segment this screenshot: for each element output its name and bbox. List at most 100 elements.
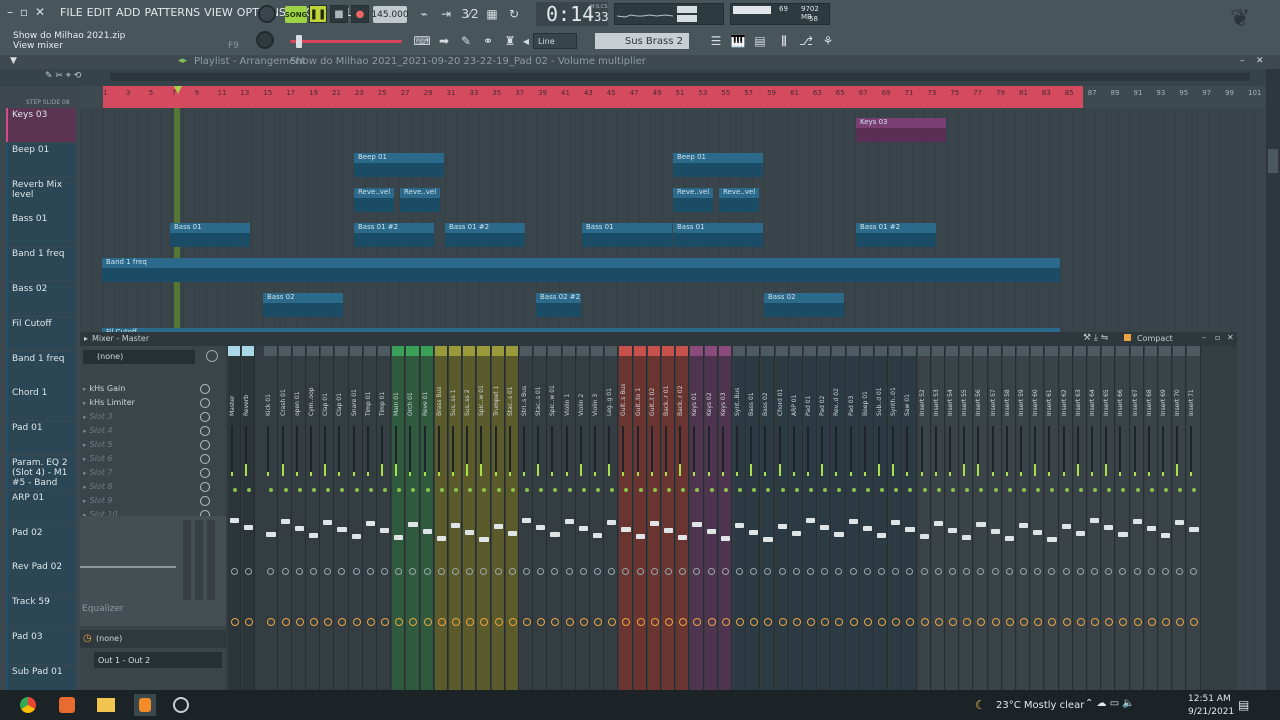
menu-item-patterns[interactable]: PATTERNS — [145, 0, 201, 22]
menu-item-view[interactable]: VIEW — [204, 0, 233, 22]
volume-fader[interactable] — [394, 535, 404, 540]
insert-active-icon[interactable] — [1192, 488, 1197, 492]
mixer-channel[interactable]: Violin 2 — [576, 346, 590, 690]
pan-knob[interactable] — [1005, 568, 1013, 575]
pan-knob[interactable] — [565, 568, 573, 575]
mixer-channel[interactable]: Violin 3 — [591, 346, 605, 690]
pan-knob[interactable] — [295, 568, 303, 575]
mixer-channel[interactable]: Back..r 01 — [662, 346, 676, 690]
insert-active-icon[interactable] — [695, 488, 700, 492]
volume-fader[interactable] — [266, 532, 276, 537]
pan-knob[interactable] — [245, 568, 253, 575]
volume-fader[interactable] — [1004, 536, 1014, 541]
mixer-channel[interactable]: Insert 65 — [1102, 346, 1116, 690]
close-icon[interactable]: ✕ — [1227, 333, 1234, 342]
mixer-channel[interactable]: Synth..01 — [889, 346, 903, 690]
restore-icon[interactable]: ▫ — [18, 5, 30, 19]
volume-fader[interactable] — [564, 519, 574, 524]
pan-knob[interactable] — [1034, 568, 1042, 575]
fx-enable-icon[interactable] — [409, 618, 418, 626]
channel-rack-icon[interactable]: ▤ — [752, 33, 768, 49]
pan-knob[interactable] — [665, 568, 672, 575]
fx-enable-icon[interactable] — [437, 618, 446, 626]
volume-fader[interactable] — [1161, 533, 1171, 538]
wait-input-icon[interactable]: ⇥ — [438, 6, 454, 22]
chrome-icon[interactable] — [20, 697, 36, 713]
clock-date[interactable]: 9/21/2021 — [1188, 707, 1234, 717]
insert-active-icon[interactable] — [709, 488, 714, 492]
pan-knob[interactable] — [423, 568, 431, 575]
playlist-clip[interactable]: Bass 01 — [582, 223, 672, 247]
mixer-channel[interactable]: Stac..s 01 — [505, 346, 519, 690]
playlist-clip[interactable]: Reve..vel — [719, 188, 759, 212]
insert-active-icon[interactable] — [979, 488, 984, 492]
fx-enable-icon[interactable] — [636, 618, 645, 626]
insert-active-icon[interactable] — [496, 488, 501, 492]
mixer-channel[interactable]: Insert 55 — [960, 346, 974, 690]
volume-fader[interactable] — [919, 534, 929, 539]
pause-button[interactable]: ❚❚ — [309, 5, 327, 23]
volume-fader[interactable] — [436, 536, 446, 541]
snap-select[interactable]: Line — [533, 33, 577, 49]
arrow-left-icon[interactable]: ◂▸ — [178, 56, 187, 66]
mixer-channel[interactable]: Insert 58 — [1002, 346, 1016, 690]
insert-active-icon[interactable] — [1078, 488, 1083, 492]
fx-enable-icon[interactable] — [245, 618, 254, 626]
pan-knob[interactable] — [508, 568, 516, 575]
playlist-clip[interactable]: Bass 02 — [764, 293, 844, 317]
pan-knob[interactable] — [1048, 568, 1056, 575]
mixer-channel[interactable]: Saw 01 — [903, 346, 917, 690]
mixer-channel[interactable]: Keys 02 — [704, 346, 718, 690]
mix-knob-icon[interactable] — [200, 411, 210, 422]
insert-active-icon[interactable] — [936, 488, 941, 492]
volume-fader[interactable] — [706, 529, 716, 534]
pan-knob[interactable] — [352, 568, 360, 575]
pan-knob[interactable] — [1020, 568, 1027, 575]
insert-active-icon[interactable] — [482, 488, 487, 492]
mix-knob-icon[interactable] — [200, 467, 210, 478]
fx-enable-icon[interactable] — [295, 618, 304, 626]
volume-fader[interactable] — [1146, 526, 1156, 531]
pan-knob[interactable] — [807, 568, 814, 575]
insert-active-icon[interactable] — [1036, 488, 1041, 492]
insert-active-icon[interactable] — [766, 488, 771, 492]
pan-knob[interactable] — [231, 568, 238, 575]
master-pitch-knob[interactable] — [256, 31, 274, 49]
track-header[interactable]: Band 1 freq — [6, 247, 76, 282]
insert-active-icon[interactable] — [951, 488, 955, 492]
pan-knob[interactable] — [466, 568, 474, 575]
pan-knob[interactable] — [650, 568, 658, 575]
mixer-channel[interactable]: Sub..d 01 — [875, 346, 889, 690]
fx-enable-icon[interactable] — [821, 618, 830, 626]
pan-knob[interactable] — [878, 568, 885, 575]
fx-enable-icon[interactable] — [508, 618, 517, 626]
fx-slot[interactable]: ▸ Slot 3 — [83, 410, 213, 423]
mixer-channel[interactable]: Insert 70 — [1173, 346, 1187, 690]
fx-enable-icon[interactable] — [693, 618, 702, 626]
volume-fader[interactable] — [493, 524, 503, 529]
fx-enable-icon[interactable] — [665, 618, 673, 626]
mixer-channel[interactable]: Spic..w 01 — [548, 346, 562, 690]
mixer-channel[interactable]: Timp 01 — [363, 346, 377, 690]
mixer-channel[interactable]: Insert 60 — [1031, 346, 1045, 690]
fx-enable-icon[interactable] — [537, 618, 546, 626]
playlist-clip[interactable]: Band 1 freq — [102, 258, 1060, 282]
master-volume-slider[interactable] — [290, 40, 402, 43]
weather-text[interactable]: 23°C Mostly clear — [996, 700, 1084, 711]
arrow-right-icon[interactable]: ➡ — [436, 33, 452, 49]
mixer-channel[interactable]: Violin 1 — [562, 346, 576, 690]
pan-knob[interactable] — [1190, 568, 1198, 575]
mixer-channel[interactable]: Stac..s 01 — [534, 346, 548, 690]
mixer-channel[interactable]: Synt..Bus — [733, 346, 747, 690]
volume-fader[interactable] — [820, 525, 830, 530]
eq-band-slider[interactable] — [183, 520, 191, 600]
insert-active-icon[interactable] — [247, 488, 252, 492]
fx-enable-icon[interactable] — [892, 618, 901, 626]
insert-active-icon[interactable] — [837, 488, 842, 492]
volume-fader[interactable] — [905, 527, 915, 532]
fx-enable-icon[interactable] — [395, 618, 404, 626]
fx-enable-icon[interactable] — [736, 618, 744, 626]
mixer-channel[interactable]: Beep 01 — [860, 346, 874, 690]
track-header[interactable]: Band 1 freq — [6, 351, 76, 386]
playlist-clip[interactable]: Reve..vel — [673, 188, 713, 212]
